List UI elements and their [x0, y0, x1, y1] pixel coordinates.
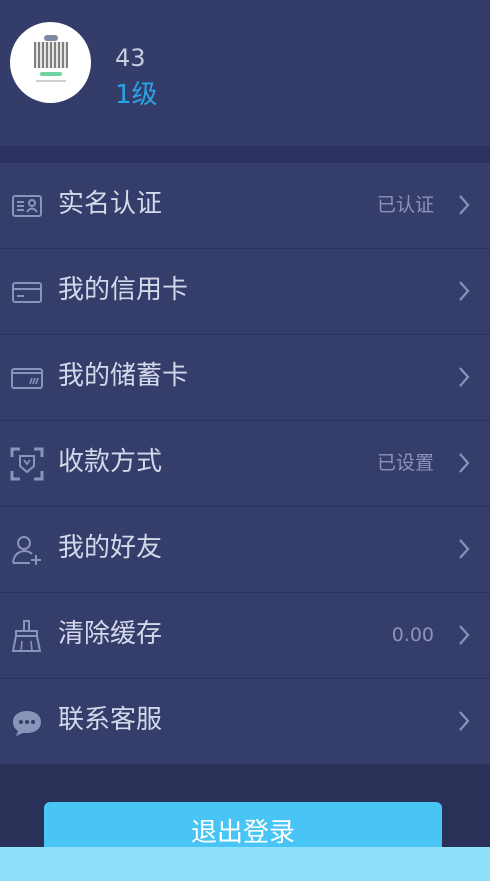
user-id: 43 — [115, 44, 146, 72]
broom-icon — [11, 620, 42, 652]
add-friend-icon — [12, 536, 41, 565]
menu-item-credit-card[interactable]: 我的信用卡 — [0, 249, 490, 335]
id-card-icon — [12, 195, 42, 217]
menu-item-my-friends[interactable]: 我的好友 — [0, 507, 490, 593]
menu-item-clear-cache[interactable]: 清除缓存 0.00 — [0, 593, 490, 679]
menu-item-label: 清除缓存 — [58, 619, 163, 649]
menu-item-contact-support[interactable]: 联系客服 — [0, 679, 490, 765]
menu-item-value: 0.00 — [391, 624, 434, 646]
bottom-overlay-bar — [0, 847, 490, 881]
section-divider — [0, 146, 490, 163]
scan-payment-icon — [10, 447, 44, 481]
chevron-right-icon — [459, 539, 470, 559]
avatar-image-part — [40, 72, 62, 76]
menu-item-value: 已认证 — [376, 194, 434, 216]
avatar-image-part — [34, 42, 68, 68]
menu-item-label: 收款方式 — [58, 447, 163, 477]
chat-bubble-icon — [13, 711, 41, 736]
avatar-image-part — [36, 80, 66, 82]
menu-item-label: 我的储蓄卡 — [58, 361, 189, 391]
menu-item-label: 我的好友 — [58, 533, 163, 563]
menu-item-real-name-verification[interactable]: 实名认证 已认证 — [0, 163, 490, 249]
profile-header: 43 1级 — [0, 0, 490, 146]
chevron-right-icon — [459, 625, 470, 645]
settings-menu: 实名认证 已认证 我的信用卡 我的储蓄卡 收款方式 已设置 我的好友 清除缓存 … — [0, 163, 490, 765]
chevron-right-icon — [459, 453, 470, 473]
avatar-image-part — [44, 35, 58, 41]
menu-item-label: 我的信用卡 — [58, 275, 189, 305]
user-level: 1级 — [115, 80, 158, 110]
avatar[interactable] — [10, 22, 91, 103]
menu-item-payment-method[interactable]: 收款方式 已设置 — [0, 421, 490, 507]
credit-card-icon — [12, 282, 42, 303]
chevron-right-icon — [459, 711, 470, 731]
menu-item-debit-card[interactable]: 我的储蓄卡 — [0, 335, 490, 421]
debit-card-icon — [11, 368, 43, 389]
chevron-right-icon — [459, 195, 470, 215]
menu-item-label: 实名认证 — [58, 189, 163, 219]
chevron-right-icon — [459, 281, 470, 301]
menu-item-label: 联系客服 — [58, 705, 163, 735]
chevron-right-icon — [459, 367, 470, 387]
menu-item-value: 已设置 — [376, 452, 434, 474]
